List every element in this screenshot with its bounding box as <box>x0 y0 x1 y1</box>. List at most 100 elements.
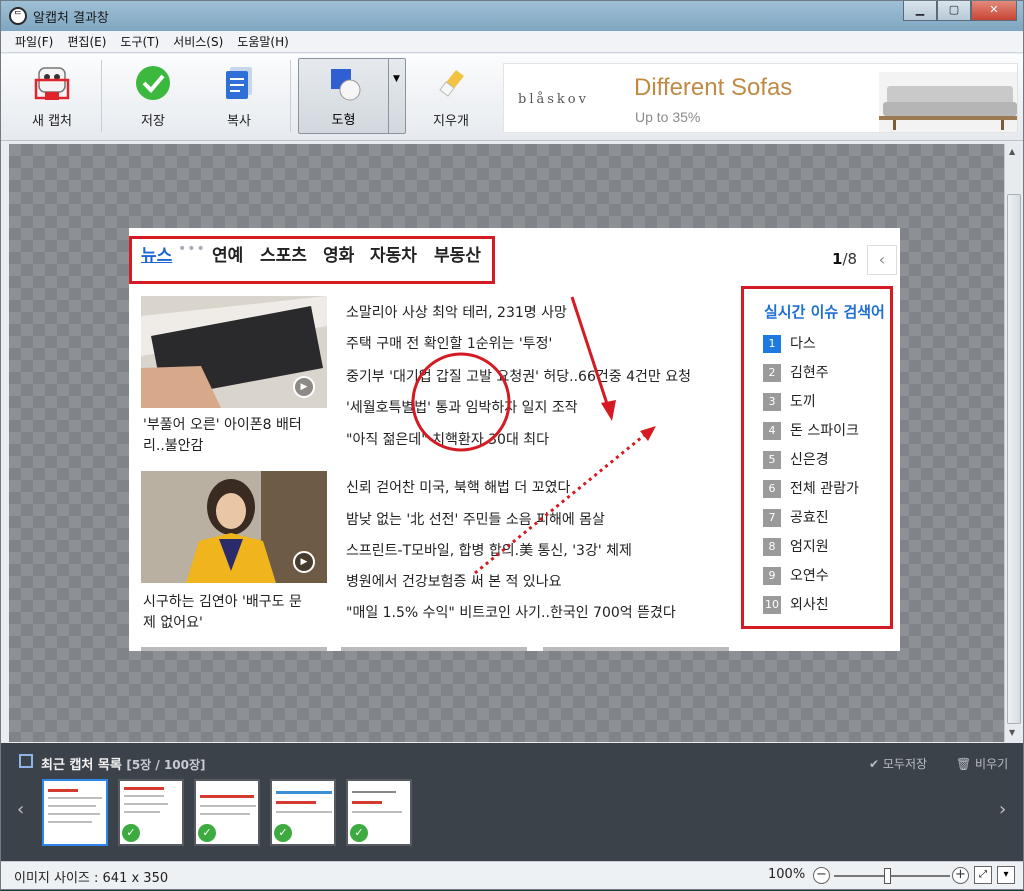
capture-thumbnail[interactable] <box>42 779 108 846</box>
sofa-image <box>879 72 1017 132</box>
eraser-label: 지우개 <box>433 114 469 129</box>
headline-item: 주택 구매 전 확인할 1순위는 '투정' <box>346 336 553 352</box>
capture-thumbnail[interactable]: ✓ <box>346 779 412 846</box>
toolbar-separator <box>101 60 102 132</box>
scroll-down-arrow[interactable]: ▼ <box>1009 728 1015 737</box>
capture-robot-icon <box>34 67 70 100</box>
zoom-in-button[interactable]: + <box>952 867 969 884</box>
ranking-item: 10 외사친 <box>763 596 829 614</box>
saved-check-icon: ✓ <box>198 824 216 842</box>
story-thumbnail-yuna: ▶ <box>141 471 327 583</box>
eraser-button[interactable]: 지우개 <box>418 60 484 132</box>
menu-bar: 파일(F) 편집(E) 도구(T) 서비스(S) 도움말(H) <box>1 31 1023 53</box>
prev-page-button: ‹ <box>867 245 897 275</box>
next-arrow-icon[interactable]: › <box>999 799 1006 820</box>
recent-captures-panel: 최근 캡처 목록 [5장 / 100장] ✔ 모두저장 🗑 비우기 ‹ › ✓ … <box>1 743 1023 861</box>
story-thumbnail-iphone: ▶ <box>141 296 327 408</box>
new-capture-label: 새 캡처 <box>31 114 72 129</box>
page-indicator: 1/8 <box>832 250 858 268</box>
zoom-slider-knob[interactable] <box>884 868 891 884</box>
tab-cars: 자동차 <box>370 246 417 266</box>
app-icon: ᄃ <box>9 7 27 25</box>
copy-button[interactable]: 복사 <box>206 60 272 132</box>
realtime-ranking-box: 실시간 이슈 검색어 1 다스 2 김현주 3 도끼 4돈 스파이크 5 신은경 6 전체… <box>741 286 893 629</box>
headline-item: 신뢰 걷어찬 미국, 북핵 해법 더 꼬였다 <box>346 480 571 496</box>
shape-label: 도형 <box>331 113 356 128</box>
tab-entertainment: 연예 <box>212 246 244 266</box>
tab-sports: 스포츠 <box>260 246 307 266</box>
headline-item: 밤낮 없는 '北 선전' 주민들 소음 피해에 몸살 <box>346 512 605 528</box>
status-bar: 이미지 사이즈 : 641 x 350 100% − + ⤢ ▾ <box>1 861 1023 889</box>
story-caption: 시구하는 김연아 '배구도 문제 없어요' <box>143 594 302 631</box>
ranking-item: 1 다스 <box>763 333 816 353</box>
menu-help[interactable]: 도움말(H) <box>230 31 296 52</box>
title-bar: ᄃ 알캡처 결과창 ▁ ▢ ✕ <box>1 1 1023 31</box>
zoom-slider[interactable] <box>834 875 950 877</box>
capture-thumbnail[interactable]: ✓ <box>270 779 336 846</box>
zoom-out-button[interactable]: − <box>813 867 830 884</box>
menu-tools[interactable]: 도구(T) <box>113 31 166 52</box>
zoom-level: 100% <box>768 867 806 882</box>
ad-headline: Different Sofas <box>634 74 793 101</box>
capture-thumbnail[interactable]: ✓ <box>194 779 260 846</box>
dropdown-icon[interactable]: ▾ <box>997 866 1015 884</box>
vertical-scrollbar[interactable]: ▲ ▼ <box>1004 144 1023 742</box>
ranking-item: 9 오연수 <box>763 565 829 585</box>
cut-off-thumbnail <box>341 647 527 651</box>
menu-file[interactable]: 파일(F) <box>1 31 60 52</box>
saved-check-icon: ✓ <box>350 824 368 842</box>
copy-icon <box>226 67 252 99</box>
scroll-up-arrow[interactable]: ▲ <box>1009 147 1015 156</box>
ad-brand: blåskov <box>518 92 589 107</box>
tab-news: 뉴스 <box>141 246 173 266</box>
window-title: 알캡처 결과창 <box>33 11 109 26</box>
advertisement-banner[interactable]: blåskov Different Sofas Up to 35% <box>503 63 1018 133</box>
headline-item: 소말리아 사상 최악 테러, 231명 사망 <box>346 305 567 321</box>
shape-tool-button[interactable]: 도형 ▼ <box>298 58 406 134</box>
check-icon <box>136 66 170 100</box>
clear-button[interactable]: 🗑 비우기 <box>956 755 1008 772</box>
recent-list-icon <box>19 754 33 768</box>
cut-off-thumbnail <box>141 647 327 651</box>
scrollbar-thumb[interactable] <box>1007 194 1021 724</box>
save-all-button[interactable]: ✔ 모두저장 <box>869 755 927 772</box>
ranking-item: 2 김현주 <box>763 362 829 382</box>
menu-service[interactable]: 서비스(S) <box>166 31 230 52</box>
ranking-title: 실시간 이슈 검색어 <box>764 303 885 321</box>
play-icon: ▶ <box>293 376 315 398</box>
save-label: 저장 <box>141 114 165 129</box>
ad-subtext: Up to 35% <box>635 109 701 125</box>
toolbar-separator <box>290 60 291 132</box>
ranking-item: 4돈 스파이크 <box>763 420 859 440</box>
play-icon: ▶ <box>293 551 315 573</box>
ranking-item: 8 엄지원 <box>763 536 829 556</box>
story-caption: '부풀어 오른' 아이폰8 배터리..불안감 <box>143 417 302 454</box>
recent-captures-title: 최근 캡처 목록 [5장 / 100장] <box>41 758 206 773</box>
menu-edit[interactable]: 편집(E) <box>60 31 113 52</box>
prev-arrow-icon[interactable]: ‹ <box>17 799 24 820</box>
maximize-button[interactable]: ▢ <box>937 1 971 21</box>
ranking-item: 3 도끼 <box>763 391 816 411</box>
tab-real-estate: 부동산 <box>434 246 481 266</box>
capture-result-window: ᄃ 알캡처 결과창 ▁ ▢ ✕ 파일(F) 편집(E) 도구(T) 서비스(S)… <box>0 0 1024 890</box>
captured-image: 뉴스 ••• 연예 스포츠 영화 자동차 부동산 1/8 ‹ ▶ '부풀어 오른… <box>129 228 900 651</box>
toolbar: 새 캡처 저장 복사 도형 ▼ 지우개 blåskov Different So… <box>1 54 1023 141</box>
save-button[interactable]: 저장 <box>120 60 186 132</box>
saved-check-icon: ✓ <box>274 824 292 842</box>
shape-button[interactable]: 도형 <box>299 59 389 133</box>
copy-label: 복사 <box>227 114 251 129</box>
headline-item: '세월호특별법' 통과 임박하자 일지 조작 <box>346 400 578 416</box>
headline-item: "아직 젊은데" 치핵환자 30대 최다 <box>346 432 550 448</box>
cut-off-thumbnail <box>543 647 729 651</box>
capture-thumbnail[interactable]: ✓ <box>118 779 184 846</box>
headline-item: 스프린트-T모바일, 합병 합의.美 통신, '3강' 체제 <box>346 543 632 559</box>
minimize-button[interactable]: ▁ <box>903 1 937 21</box>
shape-icon <box>330 69 360 101</box>
new-capture-button[interactable]: 새 캡처 <box>19 60 85 132</box>
saved-check-icon: ✓ <box>122 824 140 842</box>
close-button[interactable]: ✕ <box>971 1 1017 21</box>
shape-dropdown-arrow[interactable]: ▼ <box>388 59 405 133</box>
headline-item: 중기부 '대기업 갑질 고발 요청권' 허당..66건중 4건만 요청 <box>346 369 691 385</box>
eraser-icon <box>439 70 464 97</box>
fit-screen-icon[interactable]: ⤢ <box>974 866 992 884</box>
